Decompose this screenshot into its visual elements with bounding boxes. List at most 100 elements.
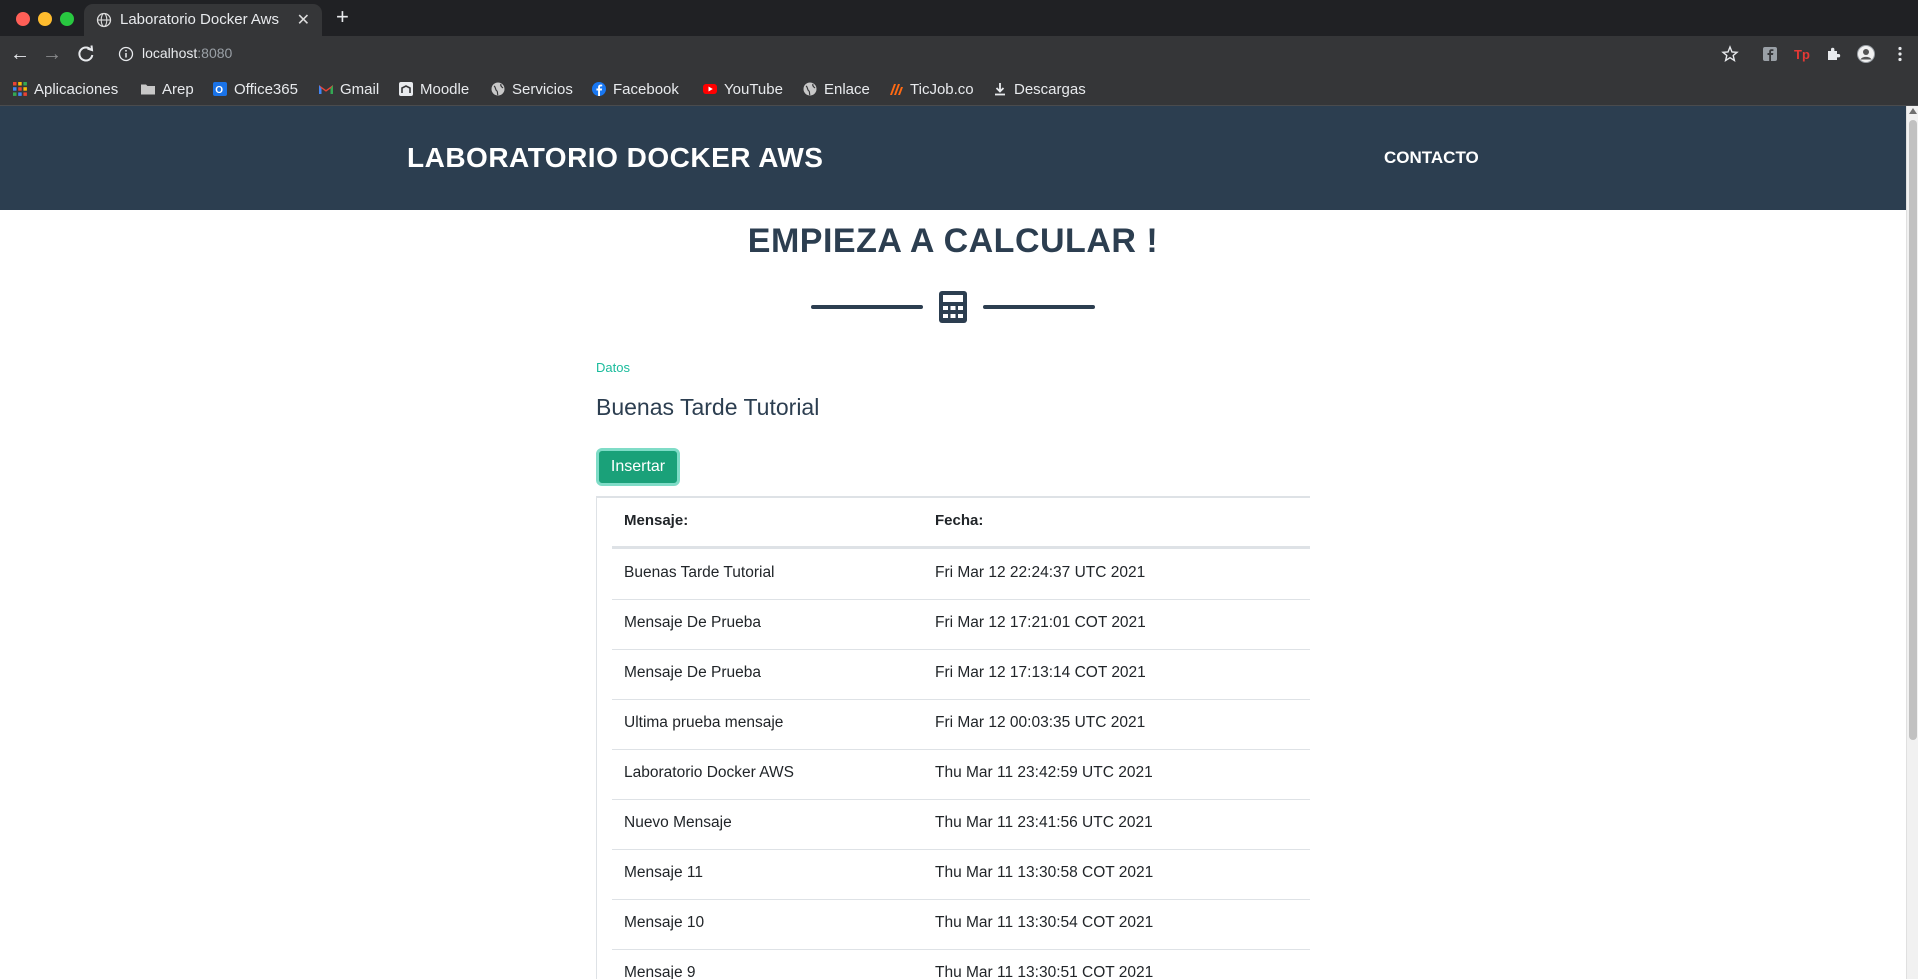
bookmark-aplicaciones[interactable]: Aplicaciones — [12, 79, 118, 99]
bookmark-label: TicJob.co — [910, 80, 974, 98]
cell-fecha: Fri Mar 12 00:03:35 UTC 2021 — [935, 714, 1146, 731]
table-row: Laboratorio Docker AWS Thu Mar 11 23:42:… — [612, 749, 1310, 800]
table-row: Buenas Tarde Tutorial Fri Mar 12 22:24:3… — [612, 549, 1310, 600]
reload-icon[interactable] — [76, 44, 96, 64]
office365-icon: O — [213, 82, 227, 96]
bookmark-descargas[interactable]: Descargas — [992, 79, 1086, 99]
folder-icon — [141, 84, 155, 95]
bookmark-label: Aplicaciones — [34, 80, 119, 98]
bookmark-arep[interactable]: Arep — [140, 79, 194, 99]
cell-mensaje: Mensaje 11 — [624, 864, 703, 881]
bookmark-ticjob[interactable]: TicJob.co — [888, 79, 974, 99]
new-tab-button[interactable]: + — [336, 6, 349, 28]
cell-mensaje: Mensaje De Prueba — [624, 614, 761, 631]
cell-mensaje: Ultima prueba mensaje — [624, 714, 784, 731]
bookmark-label: Enlace — [824, 80, 870, 98]
back-arrow-icon[interactable]: ← — [10, 44, 30, 64]
bookmark-youtube[interactable]: YouTube — [702, 79, 783, 99]
nav-contact-link[interactable]: CONTACTO — [1384, 148, 1479, 168]
table-row: Ultima prueba mensaje Fri Mar 12 00:03:3… — [612, 699, 1310, 750]
column-header-fecha: Fecha: — [935, 512, 984, 529]
cell-fecha: Fri Mar 12 17:21:01 COT 2021 — [935, 614, 1146, 631]
table-row: Mensaje 9 Thu Mar 11 13:30:51 COT 2021 — [612, 949, 1310, 979]
divider-line — [983, 305, 1095, 309]
svg-text:O: O — [215, 85, 223, 96]
cell-fecha: Thu Mar 11 13:30:58 COT 2021 — [935, 864, 1154, 881]
cell-fecha: Thu Mar 11 23:41:56 UTC 2021 — [935, 814, 1153, 831]
browser-toolbar: ← → localhost:8080 Tp — [0, 36, 1918, 72]
scroll-up-arrow-icon[interactable] — [1909, 108, 1917, 114]
globe-icon — [803, 82, 817, 96]
extension-tp-icon[interactable]: Tp — [1792, 44, 1812, 64]
tab-title: Laboratorio Docker Aws — [120, 11, 279, 28]
table-top-border — [597, 496, 1310, 498]
facebook-icon — [592, 82, 606, 96]
bookmark-servicios[interactable]: Servicios — [490, 79, 573, 99]
facebook-extension-icon[interactable] — [1760, 44, 1780, 64]
extensions-puzzle-icon[interactable] — [1824, 44, 1844, 64]
close-icon[interactable]: ✕ — [297, 10, 310, 30]
globe-icon — [96, 12, 112, 28]
section-title: EMPIEZA A CALCULAR ! — [747, 222, 1159, 260]
cell-fecha: Thu Mar 11 13:30:51 COT 2021 — [935, 964, 1154, 979]
url-host: localhost — [142, 45, 198, 61]
table-row: Mensaje 11 Thu Mar 11 13:30:58 COT 2021 — [612, 849, 1310, 900]
bookmark-label: Arep — [162, 80, 194, 98]
cell-mensaje: Mensaje 10 — [624, 914, 705, 931]
bookmark-star-icon[interactable] — [1720, 44, 1740, 64]
bookmark-label: Facebook — [613, 80, 679, 98]
url-port: :8080 — [197, 45, 233, 61]
bookmark-label: Moodle — [420, 80, 470, 98]
address-bar[interactable]: localhost:8080 — [142, 45, 232, 61]
bookmarks-bar: Aplicaciones Arep O Office365 Gmail Mood… — [0, 72, 1918, 106]
profile-avatar-icon[interactable] — [1856, 44, 1876, 64]
window-close-button[interactable] — [16, 12, 30, 26]
cell-fecha: Thu Mar 11 13:30:54 COT 2021 — [935, 914, 1154, 931]
site-brand[interactable]: LABORATORIO DOCKER AWS — [407, 142, 823, 174]
browser-tab[interactable]: Laboratorio Docker Aws ✕ — [84, 4, 322, 36]
calculator-icon — [939, 291, 967, 323]
welcome-message: Buenas Tarde Tutorial — [596, 394, 820, 420]
bookmark-facebook[interactable]: Facebook — [591, 79, 679, 99]
forward-arrow-icon[interactable]: → — [42, 44, 62, 64]
column-header-mensaje: Mensaje: — [624, 512, 689, 529]
cell-mensaje: Mensaje 9 — [624, 964, 696, 979]
table-row: Mensaje 10 Thu Mar 11 13:30:54 COT 2021 — [612, 899, 1310, 950]
table-row: Mensaje De Prueba Fri Mar 12 17:21:01 CO… — [612, 599, 1310, 650]
bookmark-enlace[interactable]: Enlace — [802, 79, 870, 99]
ticjob-icon — [890, 84, 903, 95]
info-icon[interactable] — [118, 46, 134, 62]
bookmark-moodle[interactable]: Moodle — [398, 79, 469, 99]
window-minimize-button[interactable] — [38, 12, 52, 26]
apps-grid-icon — [13, 82, 27, 96]
data-label: Datos — [596, 360, 630, 375]
cell-fecha: Fri Mar 12 17:13:14 COT 2021 — [935, 664, 1146, 681]
bookmark-label: Gmail — [340, 80, 380, 98]
divider-line — [811, 305, 923, 309]
globe-icon — [491, 82, 505, 96]
download-icon — [995, 83, 1005, 96]
bookmark-label: YouTube — [724, 80, 783, 98]
bookmark-label: Office365 — [234, 80, 298, 98]
cell-mensaje: Buenas Tarde Tutorial — [624, 564, 775, 581]
gmail-icon — [319, 85, 333, 94]
window-maximize-button[interactable] — [60, 12, 74, 26]
bookmark-office365[interactable]: O Office365 — [212, 79, 298, 99]
menu-dots-icon[interactable] — [1890, 44, 1910, 64]
cell-fecha: Thu Mar 11 23:42:59 UTC 2021 — [935, 764, 1153, 781]
cell-mensaje: Laboratorio Docker AWS — [624, 764, 795, 781]
youtube-icon — [703, 84, 717, 94]
cell-mensaje: Mensaje De Prueba — [624, 664, 761, 681]
messages-table: Mensaje: Fecha: Buenas Tarde Tutorial Fr… — [596, 496, 1310, 979]
scrollbar-thumb[interactable] — [1909, 120, 1917, 740]
moodle-icon — [399, 82, 413, 96]
page-scrollbar[interactable] — [1906, 106, 1918, 979]
insert-button[interactable]: Insertar — [596, 448, 680, 486]
bookmark-gmail[interactable]: Gmail — [318, 79, 379, 99]
site-header: LABORATORIO DOCKER AWS CONTACTO — [0, 106, 1906, 210]
table-row: Nuevo Mensaje Thu Mar 11 23:41:56 UTC 20… — [612, 799, 1310, 850]
bookmark-label: Descargas — [1014, 80, 1086, 98]
svg-text:Tp: Tp — [1794, 47, 1810, 62]
browser-tab-bar: Laboratorio Docker Aws ✕ + — [0, 0, 1918, 36]
table-row: Mensaje De Prueba Fri Mar 12 17:13:14 CO… — [612, 649, 1310, 700]
